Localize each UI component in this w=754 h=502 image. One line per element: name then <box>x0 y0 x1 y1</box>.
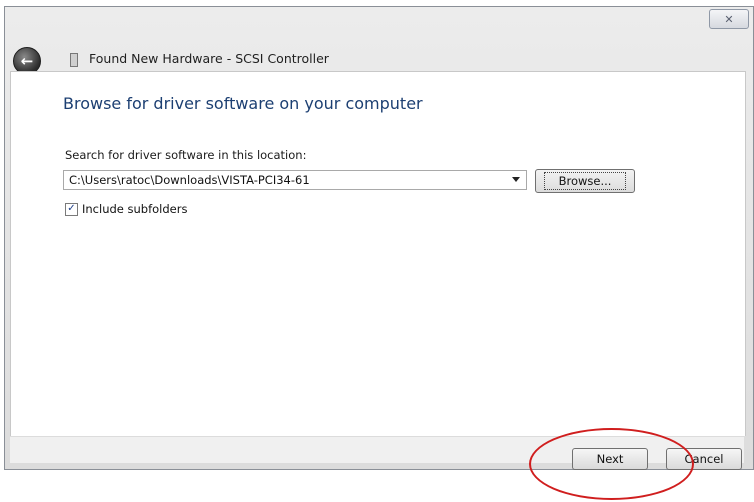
next-button[interactable]: Next <box>572 448 648 470</box>
close-button[interactable]: ✕ <box>709 9 749 29</box>
cancel-button[interactable]: Cancel <box>666 448 742 470</box>
title-bar: ✕ ← Found New Hardware - SCSI Controller <box>5 7 753 77</box>
include-subfolders-label[interactable]: Include subfolders <box>82 202 187 216</box>
browse-button[interactable]: Browse... <box>535 169 635 193</box>
path-input[interactable]: C:\Users\ratoc\Downloads\VISTA-PCI34-61 <box>69 173 310 187</box>
close-icon: ✕ <box>724 12 734 26</box>
search-location-label: Search for driver software in this locat… <box>65 148 307 162</box>
page-heading: Browse for driver software on your compu… <box>63 94 423 113</box>
chevron-down-icon[interactable] <box>512 177 520 182</box>
include-subfolders-checkbox[interactable]: ✓ <box>65 202 78 216</box>
browse-button-label: Browse... <box>543 172 627 190</box>
include-subfolders-row[interactable]: ✓ Include subfolders <box>65 202 187 216</box>
window-title: Found New Hardware - SCSI Controller <box>89 51 329 66</box>
content-area: Browse for driver software on your compu… <box>10 71 746 436</box>
hardware-icon <box>70 53 78 67</box>
back-arrow-icon: ← <box>20 52 34 70</box>
path-combobox[interactable]: C:\Users\ratoc\Downloads\VISTA-PCI34-61 <box>63 170 527 190</box>
